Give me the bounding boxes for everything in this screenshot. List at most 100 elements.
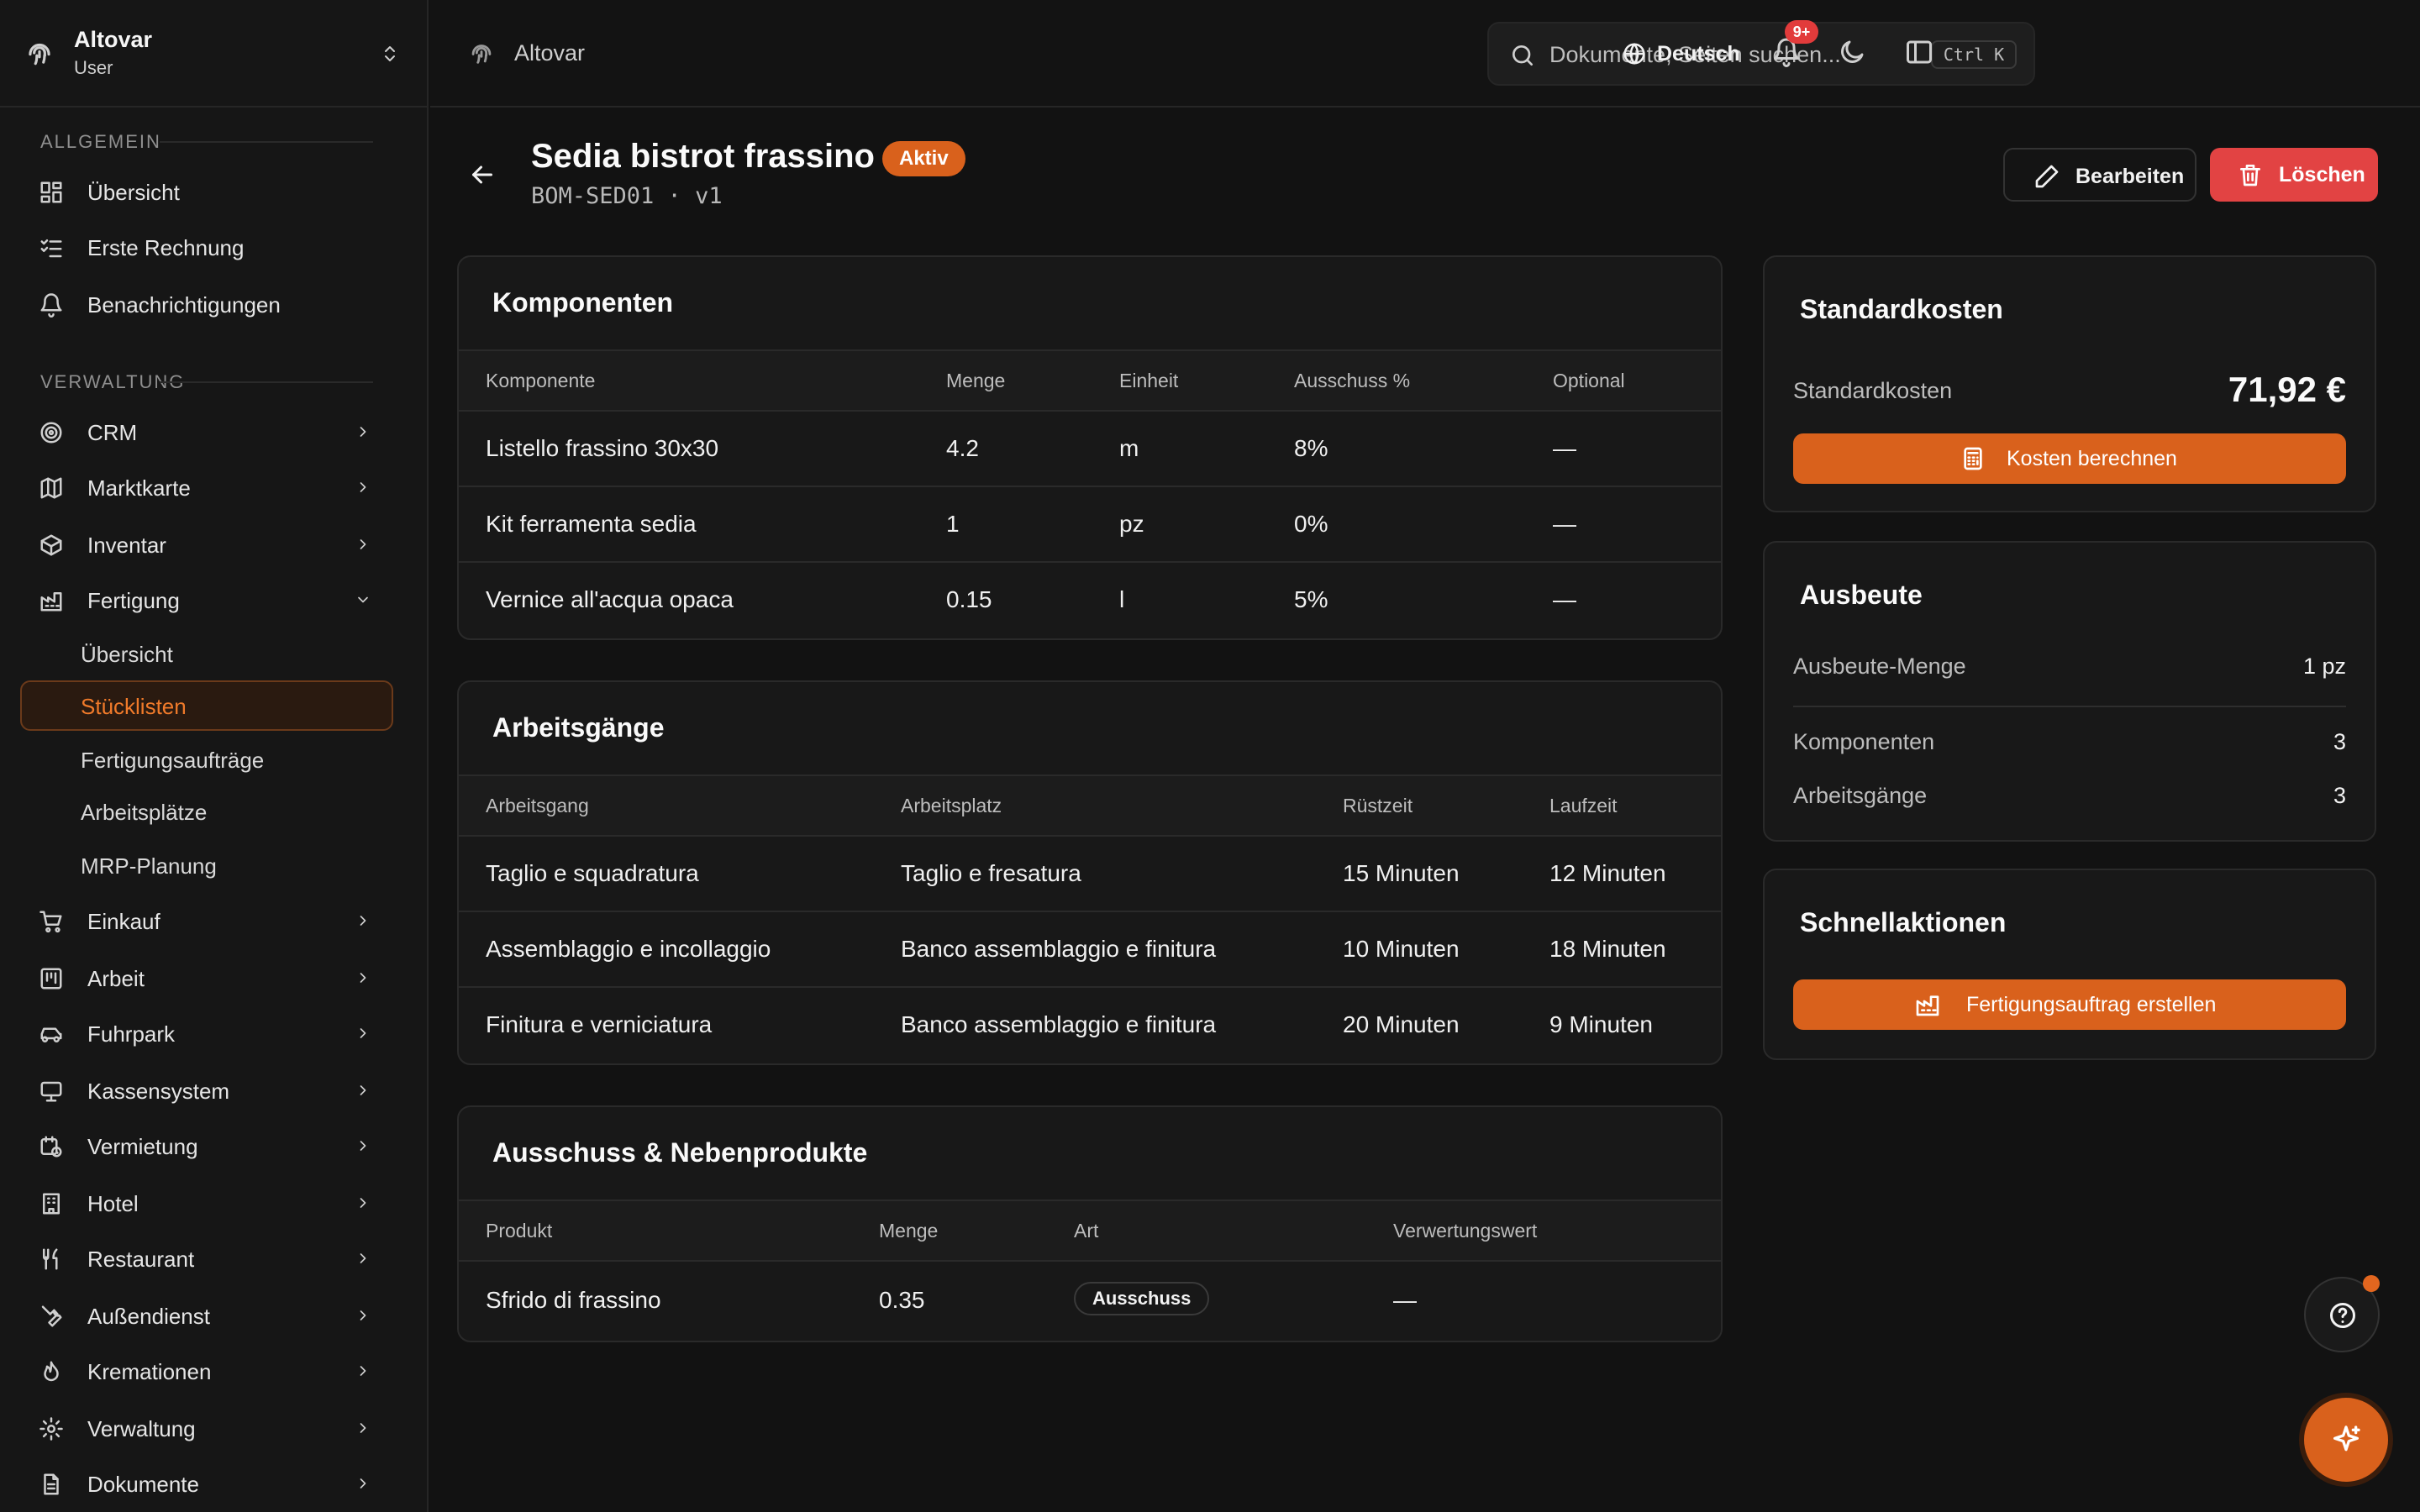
sidebar-subitem-overview[interactable]: Übersicht (20, 628, 393, 679)
chevron-right-icon (360, 482, 366, 492)
sidebar-item-market-map[interactable]: Marktkarte (20, 464, 393, 511)
sidebar-item-rental[interactable]: Vermietung (20, 1122, 393, 1169)
ai-assistant-button[interactable] (2304, 1398, 2388, 1482)
edit-button[interactable]: Bearbeiten (2003, 148, 2196, 202)
app-root: Altovar User ALLGEMEIN Übersicht Erste R… (0, 0, 2420, 1512)
sidebar-item-cremations[interactable]: Kremationen (20, 1347, 393, 1394)
sidebar-item-restaurant[interactable]: Restaurant (20, 1235, 393, 1282)
table-row[interactable]: Listello frassino 30x30 4.2 m 8% — (459, 412, 1721, 487)
calculate-cost-button[interactable]: Kosten berechnen (1793, 433, 2346, 484)
chevron-right-icon (360, 539, 366, 549)
table-row[interactable]: Taglio e squadratura Taglio e fresatura … (459, 837, 1721, 912)
operations-card: Arbeitsgänge Arbeitsgang Arbeitsplatz Rü… (457, 680, 1723, 1065)
column-header: Rüstzeit (1343, 795, 1413, 816)
search-box[interactable]: Ctrl K (1487, 22, 2035, 86)
workspace-name: Altovar (74, 27, 153, 52)
sidebar-item-notifications[interactable]: Benachrichtigungen (20, 281, 393, 328)
kanban-icon (40, 968, 62, 990)
column-header: Einheit (1119, 370, 1179, 391)
cell-quantity: 0.15 (946, 586, 992, 612)
table-row[interactable]: Assemblaggio e incollaggio Banco assembl… (459, 912, 1721, 988)
table-row[interactable]: Kit ferramenta sedia 1 pz 0% — (459, 487, 1721, 563)
chevron-right-icon (360, 1478, 366, 1488)
sidebar-subitem-mrp[interactable]: MRP-Planung (20, 840, 393, 890)
table-row[interactable]: Sfrido di frassino 0.35 Ausschuss — (459, 1262, 1721, 1341)
sidebar-item-documents[interactable]: Dokumente (20, 1460, 393, 1507)
sidebar-item-label: Dokumente (87, 1472, 199, 1497)
sidebar-item-label: Vermietung (87, 1134, 198, 1159)
sidebar-item-work[interactable]: Arbeit (20, 954, 393, 1001)
cell-quantity: 1 (946, 511, 960, 537)
create-production-order-button[interactable]: Fertigungsauftrag erstellen (1793, 979, 2346, 1030)
column-header: Arbeitsplatz (901, 795, 1002, 816)
sidebar-item-label: Außendienst (87, 1304, 210, 1329)
cell-component: Kit ferramenta sedia (486, 511, 697, 537)
sidebar-item-label: Kassensystem (87, 1079, 230, 1104)
edit-button-label: Bearbeiten (2075, 165, 2185, 188)
calculate-cost-label: Kosten berechnen (2007, 447, 2177, 470)
yield-card: Ausbeute Ausbeute-Menge 1 pz Komponenten… (1763, 541, 2376, 842)
cell-unit: pz (1119, 511, 1144, 537)
sidebar-subitem-production-orders[interactable]: Fertigungsaufträge (20, 734, 393, 785)
cell-optional: — (1553, 586, 1576, 612)
sidebar-item-label: Einkauf (87, 909, 160, 934)
monitor-icon (40, 1081, 62, 1102)
cell-scrap-percent: 5% (1294, 586, 1328, 612)
sidebar-item-purchasing[interactable]: Einkauf (20, 897, 393, 944)
language-label: Deutsch (1657, 41, 1740, 66)
column-header: Laufzeit (1549, 795, 1618, 816)
language-switcher[interactable]: Deutsch (1622, 37, 1740, 71)
fingerprint-icon (29, 43, 50, 66)
table-row[interactable]: Finitura e verniciatura Banco assemblagg… (459, 988, 1721, 1063)
cell-quantity: 0.35 (879, 1287, 925, 1313)
components-card: Komponenten Komponente Menge Einheit Aus… (457, 255, 1723, 640)
column-header: Ausschuss % (1294, 370, 1411, 391)
card-title: Ausbeute (1800, 580, 1923, 610)
cell-scrap-percent: 0% (1294, 511, 1328, 537)
table-row[interactable]: Vernice all'acqua opaca 0.15 l 5% — (459, 563, 1721, 638)
sidebar-item-fleet[interactable]: Fuhrpark (20, 1010, 393, 1057)
cell-workstation: Banco assemblaggio e finitura (901, 1011, 1217, 1037)
card-title: Ausschuss & Nebenprodukte (492, 1137, 868, 1168)
panel-toggle-icon[interactable] (1904, 37, 1934, 67)
sidebar-item-crm[interactable]: CRM (20, 408, 393, 455)
sidebar-subitem-workstations[interactable]: Arbeitsplätze (20, 786, 393, 837)
sidebar-item-inventory[interactable]: Inventar (20, 521, 393, 568)
components-count-label: Komponenten (1793, 729, 1935, 754)
chevron-right-icon (360, 427, 366, 437)
cell-run-time: 12 Minuten (1549, 860, 1666, 886)
workspace-switcher[interactable]: Altovar User (0, 0, 429, 108)
chevron-right-icon (360, 1310, 366, 1320)
column-header: Menge (879, 1220, 939, 1242)
flame-icon (44, 1361, 59, 1382)
section-label-general: ALLGEMEIN (40, 131, 161, 152)
moon-icon[interactable] (1837, 37, 1867, 67)
sidebar-item-hotel[interactable]: Hotel (20, 1179, 393, 1226)
sidebar-item-label: Fertigung (87, 588, 180, 613)
search-shortcut-hint: Ctrl K (1931, 40, 2017, 69)
create-production-order-label: Fertigungsauftrag erstellen (1966, 993, 2217, 1016)
back-arrow-icon[interactable] (467, 160, 497, 190)
sidebar-item-field-service[interactable]: Außendienst (20, 1292, 393, 1339)
chevron-right-icon (360, 1028, 366, 1038)
cell-component: Listello frassino 30x30 (486, 435, 719, 461)
operations-count-value: 3 (2333, 783, 2346, 808)
sidebar-item-administration[interactable]: Verwaltung (20, 1404, 393, 1452)
sidebar-item-manufacturing[interactable]: Fertigung (20, 576, 393, 623)
card-title: Arbeitsgänge (492, 712, 665, 743)
column-header: Art (1074, 1220, 1099, 1242)
top-bar: Altovar Ctrl K (430, 0, 2420, 108)
card-title: Schnellaktionen (1800, 907, 2007, 937)
card-title: Komponenten (492, 287, 674, 318)
cell-unit: m (1119, 435, 1139, 461)
divider (1793, 706, 2346, 707)
calculator-icon (1964, 447, 1982, 470)
sidebar-item-first-invoice[interactable]: Erste Rechnung (20, 223, 393, 270)
standard-cost-label: Standardkosten (1793, 378, 1953, 403)
delete-button[interactable]: Löschen (2210, 148, 2378, 202)
sidebar-item-overview[interactable]: Übersicht (20, 168, 393, 215)
sidebar-item-pos[interactable]: Kassensystem (20, 1067, 393, 1114)
sidebar-subitem-bom[interactable]: Stücklisten (20, 680, 393, 731)
column-header: Menge (946, 370, 1006, 391)
sidebar-item-label: Verwaltung (87, 1416, 196, 1441)
